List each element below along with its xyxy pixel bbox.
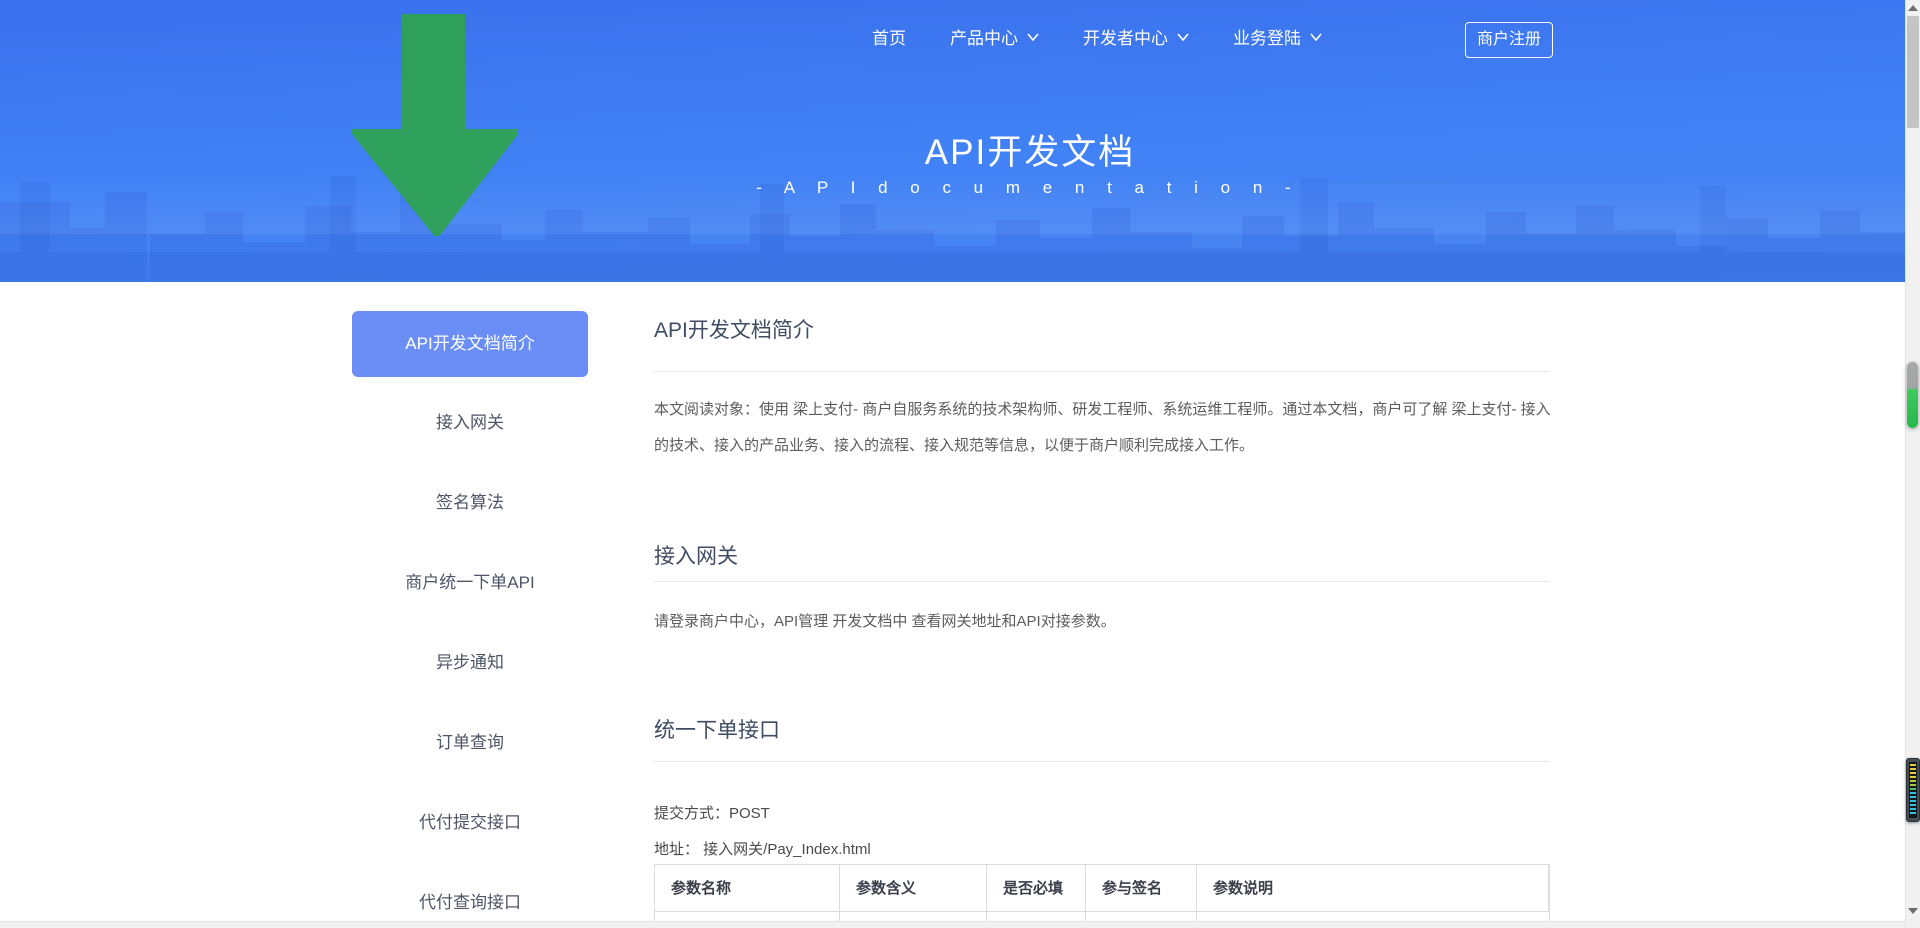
table-header-signed: 参与签名 bbox=[1086, 865, 1197, 912]
nav-products-label: 产品中心 bbox=[950, 24, 1018, 49]
sidebar-item-payout-submit[interactable]: 代付提交接口 bbox=[352, 803, 588, 843]
nav-home-label: 首页 bbox=[872, 24, 906, 49]
sidebar-item-payout-query[interactable]: 代付查询接口 bbox=[352, 883, 588, 923]
scrollbar-marker-battery-icon[interactable] bbox=[1907, 362, 1918, 428]
sidebar-item-signature[interactable]: 签名算法 bbox=[352, 483, 588, 523]
sidebar-item-async-notify[interactable]: 异步通知 bbox=[352, 643, 588, 683]
nav-developers-label: 开发者中心 bbox=[1083, 24, 1168, 49]
gateway-paragraph: 请登录商户中心，API管理 开发文档中 查看网关地址和API对接参数。 bbox=[654, 604, 1554, 640]
section-heading-intro: API开发文档简介 bbox=[654, 314, 1550, 344]
page-subtitle: - A P I d o c u m e n t a t i o n - bbox=[756, 178, 1299, 198]
equalizer-bars bbox=[1910, 764, 1916, 816]
vertical-scrollbar-thumb[interactable] bbox=[1907, 16, 1919, 128]
nav-item-developers[interactable]: 开发者中心 bbox=[1083, 24, 1189, 49]
hero-header: 首页 产品中心 开发者中心 业务登陆 商户注册 API开发文档 - A P I … bbox=[0, 0, 1920, 282]
chevron-down-icon bbox=[1027, 33, 1039, 41]
merchant-register-button[interactable]: 商户注册 bbox=[1465, 22, 1553, 58]
page: 首页 产品中心 开发者中心 业务登陆 商户注册 API开发文档 - A P I … bbox=[0, 0, 1920, 928]
table-header-param-name: 参数名称 bbox=[655, 865, 840, 912]
table-header-required: 是否必填 bbox=[987, 865, 1086, 912]
table-header-description: 参数说明 bbox=[1197, 865, 1549, 912]
chevron-down-icon bbox=[1310, 33, 1322, 41]
top-nav: 首页 产品中心 开发者中心 业务登陆 bbox=[872, 24, 1322, 49]
gateway-address-line: 地址： 接入网关/Pay_Index.html bbox=[654, 838, 1550, 859]
divider bbox=[654, 581, 1550, 582]
sidebar-item-intro[interactable]: API开发文档简介 bbox=[352, 311, 588, 377]
equalizer-panel bbox=[1909, 762, 1917, 818]
section-heading-gateway: 接入网关 bbox=[654, 540, 1550, 570]
divider bbox=[654, 761, 1550, 762]
sidebar-item-order-query[interactable]: 订单查询 bbox=[352, 723, 588, 763]
scrollbar-up-arrow[interactable] bbox=[1908, 5, 1918, 11]
nav-item-products[interactable]: 产品中心 bbox=[950, 24, 1039, 49]
table-header-param-meaning: 参数含义 bbox=[840, 865, 987, 912]
nav-business-login-label: 业务登陆 bbox=[1233, 24, 1301, 49]
sidebar-item-gateway[interactable]: 接入网关 bbox=[352, 403, 588, 443]
horizontal-scrollbar[interactable] bbox=[0, 921, 1905, 928]
sidebar-item-unified-order-api[interactable]: 商户统一下单API bbox=[352, 563, 588, 603]
chevron-down-icon bbox=[1177, 33, 1189, 41]
submit-method-line: 提交方式：POST bbox=[654, 802, 1550, 823]
green-down-arrow bbox=[352, 14, 518, 236]
page-title: API开发文档 bbox=[925, 124, 1135, 175]
nav-item-business-login[interactable]: 业务登陆 bbox=[1233, 24, 1322, 49]
divider bbox=[654, 371, 1550, 372]
parameters-table: 参数名称 参数含义 是否必填 参与签名 参数说明 bbox=[654, 864, 1550, 928]
intro-paragraph: 本文阅读对象：使用 梁上支付- 商户自服务系统的技术架构师、研发工程师、系统运维… bbox=[654, 392, 1554, 464]
section-heading-unified-order: 统一下单接口 bbox=[654, 714, 1550, 744]
nav-item-home[interactable]: 首页 bbox=[872, 24, 906, 49]
scrollbar-marker-equalizer-icon[interactable] bbox=[1906, 758, 1920, 822]
scrollbar-down-arrow[interactable] bbox=[1908, 908, 1918, 914]
